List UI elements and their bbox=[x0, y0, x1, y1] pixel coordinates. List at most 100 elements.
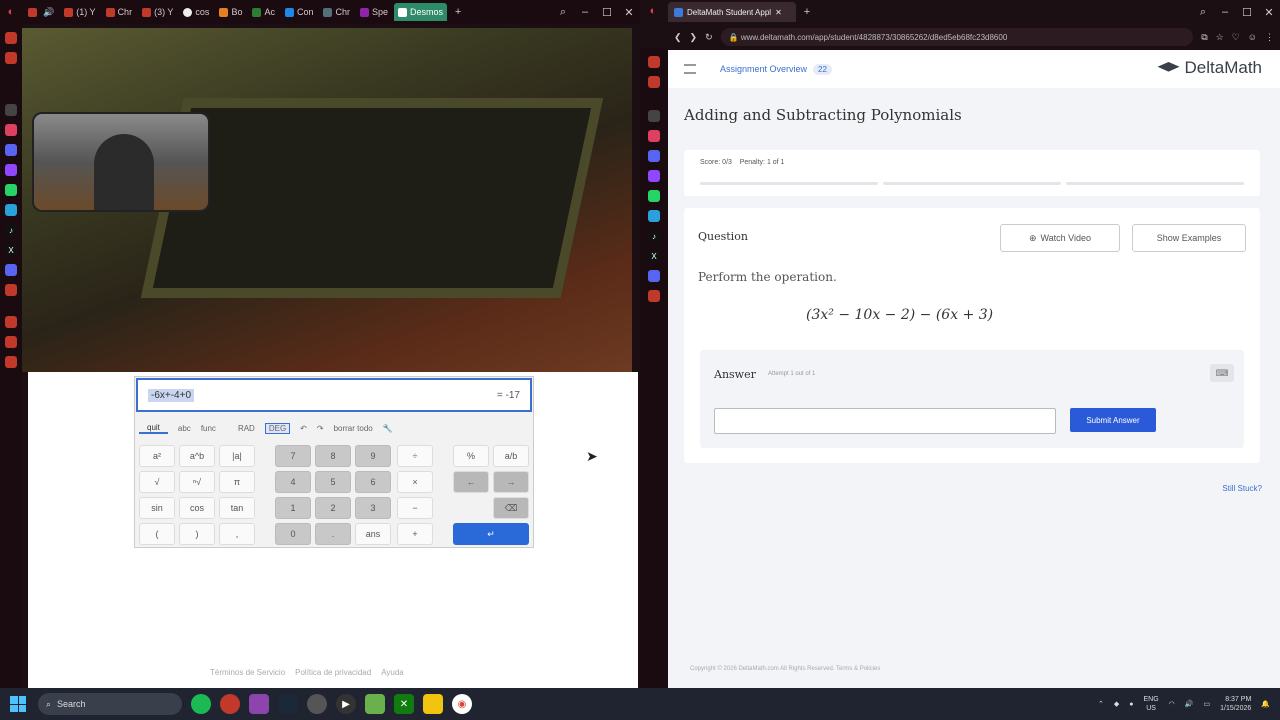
x-icon[interactable]: X bbox=[648, 250, 660, 262]
sidebar-app-icon[interactable] bbox=[5, 52, 17, 64]
instagram-icon[interactable] bbox=[648, 130, 660, 142]
search-icon[interactable]: ⌕ bbox=[552, 6, 574, 19]
key-divide[interactable]: ÷ bbox=[397, 445, 433, 467]
key-tan[interactable]: tan bbox=[219, 497, 255, 519]
heart-icon[interactable]: ♡ bbox=[1232, 32, 1240, 43]
tab-2[interactable]: Chr bbox=[102, 3, 137, 21]
key-6[interactable]: 6 bbox=[355, 471, 391, 493]
help-link[interactable]: Ayuda bbox=[381, 668, 404, 677]
new-tab-icon[interactable]: + bbox=[447, 6, 469, 18]
address-bar[interactable]: 🔒 www.deltamath.com/app/student/4828873/… bbox=[720, 28, 1194, 46]
key-0[interactable]: 0 bbox=[275, 523, 311, 545]
search-icon[interactable]: ⌕ bbox=[1192, 6, 1214, 19]
rad-toggle[interactable]: RAD bbox=[238, 424, 255, 433]
key-3[interactable]: 3 bbox=[355, 497, 391, 519]
key-nthroot[interactable]: ⁿ√ bbox=[179, 471, 215, 493]
sidebar-app-icon[interactable] bbox=[5, 356, 17, 368]
bookmark-icon[interactable]: ☆ bbox=[1216, 32, 1224, 43]
app-tray-icon[interactable]: ● bbox=[1129, 701, 1133, 708]
sidebar-app-icon[interactable] bbox=[648, 56, 660, 68]
forward-icon[interactable]: ❯ bbox=[690, 32, 698, 43]
tab-9[interactable]: Spe bbox=[356, 3, 392, 21]
messenger-icon[interactable] bbox=[648, 150, 660, 162]
messenger-icon[interactable] bbox=[5, 144, 17, 156]
tab-3[interactable]: (3) Y bbox=[138, 3, 177, 21]
key-4[interactable]: 4 bbox=[275, 471, 311, 493]
key-5[interactable]: 5 bbox=[315, 471, 351, 493]
key-cos[interactable]: cos bbox=[179, 497, 215, 519]
sidebar-app-icon[interactable] bbox=[648, 110, 660, 122]
menu-icon[interactable]: ⋮ bbox=[1265, 32, 1274, 43]
key-sqrt[interactable]: √ bbox=[139, 471, 175, 493]
minimize-icon[interactable]: – bbox=[574, 6, 596, 18]
still-stuck-link[interactable]: Still Stuck? bbox=[1222, 484, 1262, 493]
minimize-icon[interactable]: – bbox=[1214, 6, 1236, 18]
answer-input[interactable] bbox=[714, 408, 1056, 434]
sidebar-app-icon[interactable] bbox=[5, 284, 17, 296]
sidebar-app-icon[interactable] bbox=[648, 290, 660, 302]
tab-0[interactable]: 🔊 bbox=[24, 3, 58, 21]
terms-link[interactable]: Términos de Servicio bbox=[210, 668, 285, 677]
tab-6[interactable]: Ac bbox=[248, 3, 279, 21]
key-minus[interactable]: − bbox=[397, 497, 433, 519]
twitch-icon[interactable] bbox=[5, 164, 17, 176]
browser-menu-icon[interactable]: ◐ bbox=[642, 5, 664, 17]
notification-icon[interactable]: 🔔 bbox=[1261, 700, 1270, 708]
new-tab-icon[interactable]: + bbox=[796, 6, 818, 18]
key-pi[interactable]: π bbox=[219, 471, 255, 493]
chevron-up-icon[interactable]: ⌃ bbox=[1098, 700, 1104, 708]
key-decimal[interactable]: . bbox=[315, 523, 351, 545]
reload-icon[interactable]: ↻ bbox=[705, 32, 713, 43]
key-9[interactable]: 9 bbox=[355, 445, 391, 467]
app-icon[interactable] bbox=[249, 694, 269, 714]
telegram-icon[interactable] bbox=[5, 204, 17, 216]
watch-video-button[interactable]: ⊕ Watch Video bbox=[1000, 224, 1120, 252]
sidebar-app-icon[interactable] bbox=[5, 336, 17, 348]
tab-1[interactable]: (1) Y bbox=[60, 3, 99, 21]
tab-main[interactable]: quit bbox=[139, 423, 168, 434]
clear-all-button[interactable]: borrar todo bbox=[334, 424, 373, 433]
spotify-icon[interactable] bbox=[191, 694, 211, 714]
key-right[interactable]: → bbox=[493, 471, 529, 493]
twitch-icon[interactable] bbox=[648, 170, 660, 182]
key-7[interactable]: 7 bbox=[275, 445, 311, 467]
xbox-icon[interactable]: ✕ bbox=[394, 694, 414, 714]
x-icon[interactable]: X bbox=[5, 244, 17, 256]
obs-icon[interactable] bbox=[307, 694, 327, 714]
whatsapp-icon[interactable] bbox=[648, 190, 660, 202]
telegram-icon[interactable] bbox=[648, 210, 660, 222]
sidebar-app-icon[interactable] bbox=[5, 32, 17, 44]
key-fraction[interactable]: a/b bbox=[493, 445, 529, 467]
clock[interactable]: 8:37 PM 1/15/2026 bbox=[1220, 695, 1251, 713]
media-player-icon[interactable]: ▶ bbox=[336, 694, 356, 714]
minecraft-icon[interactable] bbox=[365, 694, 385, 714]
tiktok-icon[interactable]: ♪ bbox=[5, 224, 17, 236]
show-examples-button[interactable]: Show Examples bbox=[1132, 224, 1246, 252]
maximize-icon[interactable]: ☐ bbox=[1236, 6, 1258, 19]
opera-icon[interactable] bbox=[220, 694, 240, 714]
volume-icon[interactable]: 🔊 bbox=[1185, 700, 1194, 708]
tab-desmos[interactable]: Desmos bbox=[394, 3, 448, 21]
tiktok-icon[interactable]: ♪ bbox=[648, 230, 660, 242]
redo-icon[interactable]: ↷ bbox=[317, 424, 324, 433]
windows-start-icon[interactable] bbox=[10, 696, 26, 712]
discord-icon[interactable] bbox=[5, 264, 17, 276]
chrome-icon[interactable]: ◉ bbox=[452, 694, 472, 714]
tab-abc[interactable]: abc bbox=[178, 424, 191, 433]
instagram-icon[interactable] bbox=[5, 124, 17, 136]
tab-func[interactable]: func bbox=[201, 424, 216, 433]
key-abs[interactable]: |a| bbox=[219, 445, 255, 467]
whatsapp-icon[interactable] bbox=[5, 184, 17, 196]
maximize-icon[interactable]: ☐ bbox=[596, 6, 618, 19]
key-8[interactable]: 8 bbox=[315, 445, 351, 467]
key-plus[interactable]: + bbox=[397, 523, 433, 545]
close-icon[interactable]: ✕ bbox=[1258, 6, 1280, 19]
key-1[interactable]: 1 bbox=[275, 497, 311, 519]
tab-5[interactable]: Bo bbox=[215, 3, 246, 21]
enter-icon[interactable]: ↵ bbox=[453, 523, 529, 545]
profile-icon[interactable]: ☺ bbox=[1248, 32, 1257, 42]
key-square[interactable]: a² bbox=[139, 445, 175, 467]
keyboard-icon[interactable]: ⌨ bbox=[1210, 364, 1234, 382]
tab-4[interactable]: cos bbox=[179, 3, 213, 21]
taskbar-search[interactable]: ⌕ Search bbox=[38, 693, 182, 715]
